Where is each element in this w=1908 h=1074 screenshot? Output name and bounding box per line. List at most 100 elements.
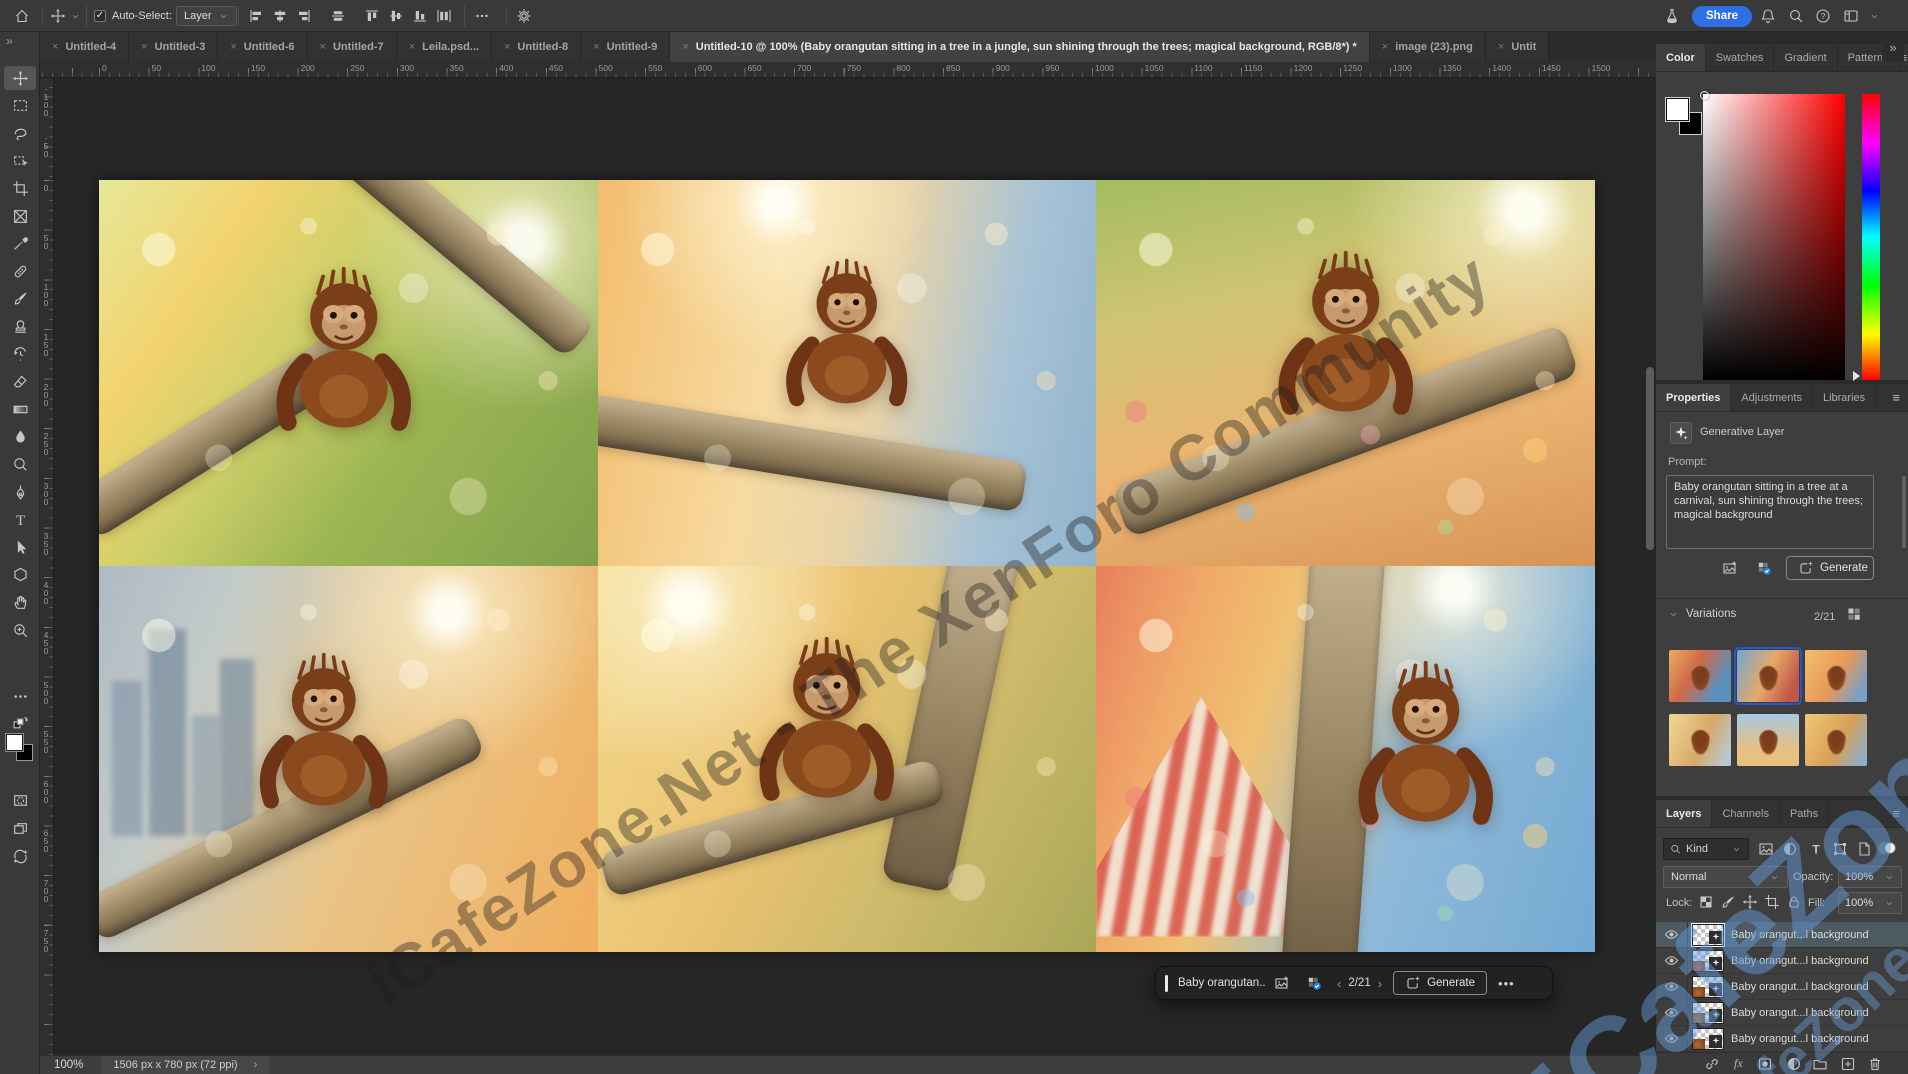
generate-button[interactable]: Generate (1786, 556, 1874, 580)
tab-close-icon[interactable]: × (409, 41, 415, 53)
filter-toggle[interactable] (1878, 842, 1896, 854)
add-mask-icon[interactable] (1757, 1056, 1773, 1072)
beta-features-button[interactable] (1664, 0, 1680, 32)
quick-mask-button[interactable] (4, 788, 36, 812)
tabs-overflow-button[interactable]: » (1882, 32, 1904, 62)
new-adjustment-layer-icon[interactable] (1786, 1056, 1802, 1072)
home-button[interactable] (14, 0, 30, 32)
panel-scrollbar[interactable] (1902, 476, 1906, 548)
taskbar-drag-handle[interactable] (1165, 975, 1168, 992)
prompt-textarea[interactable]: Baby orangutan sitting in a tree at a ca… (1666, 475, 1874, 549)
canvas-area[interactable]: iCafeZone.Net - The XenForo Community Ba… (54, 78, 1656, 1055)
help-button[interactable]: ? (1815, 0, 1831, 32)
next-variation-button[interactable]: › (1371, 976, 1389, 991)
distribute-v-button[interactable] (436, 0, 452, 32)
generated-image-5[interactable] (598, 566, 1097, 952)
distribute-h-button[interactable] (330, 0, 346, 32)
reference-image-icon[interactable] (1266, 975, 1298, 991)
tab-close-icon[interactable]: × (682, 41, 688, 53)
lasso-tool[interactable] (4, 121, 36, 145)
filter-shape-layers-icon[interactable] (1832, 841, 1848, 857)
clone-stamp-tool[interactable] (4, 314, 36, 338)
panel-tab-color[interactable]: Color (1656, 44, 1706, 71)
notifications-button[interactable] (1760, 0, 1776, 32)
vertical-scrollbar[interactable] (1646, 367, 1654, 550)
tab-close-icon[interactable]: × (1498, 41, 1504, 53)
generated-image-6[interactable] (1096, 566, 1595, 952)
panel-tab-gradient[interactable]: Gradient (1774, 44, 1837, 71)
new-layer-icon[interactable] (1840, 1056, 1856, 1072)
blend-mode-dropdown[interactable]: Normal (1663, 866, 1788, 888)
blur-tool[interactable] (4, 425, 36, 449)
generated-image-4[interactable] (99, 566, 598, 952)
document-tab[interactable]: ×Untitled-3 (129, 32, 218, 62)
hue-slider-pointer[interactable] (1853, 371, 1860, 381)
tab-close-icon[interactable]: × (320, 41, 326, 53)
zoom-tool[interactable] (4, 618, 36, 642)
document-tab[interactable]: ×Untitled-4 (40, 32, 129, 62)
align-left-button[interactable] (248, 0, 264, 32)
frame-tool[interactable] (4, 204, 36, 228)
dodge-tool[interactable] (4, 452, 36, 476)
history-brush-tool[interactable] (4, 342, 36, 366)
variations-header[interactable]: Variations (1668, 608, 1736, 620)
document-tab[interactable]: ×Untitled-10 @ 100% (Baby orangutan sitt… (670, 32, 1369, 62)
more-tools-button[interactable] (4, 684, 36, 708)
swap-colors-button[interactable] (4, 710, 36, 734)
taskbar-prompt-field[interactable]: Baby orangutan... (1178, 977, 1266, 989)
generated-image-1[interactable] (99, 180, 598, 566)
type-tool[interactable]: T (4, 508, 36, 532)
variation-thumbnail-6[interactable] (1805, 714, 1867, 766)
filter-adjustment-layers-icon[interactable] (1782, 841, 1798, 857)
pen-tool[interactable] (4, 480, 36, 504)
zoom-level-field[interactable]: 100% (54, 1059, 83, 1071)
eyedropper-tool[interactable] (4, 232, 36, 256)
layer-row[interactable]: Baby orangut...l background (1656, 922, 1908, 948)
tab-close-icon[interactable]: × (141, 41, 147, 53)
lock-transparency-icon[interactable] (1698, 894, 1714, 910)
layer-filter-dropdown[interactable]: Kind (1663, 838, 1749, 860)
toolbar-collapse-button[interactable]: » (6, 34, 13, 48)
tab-close-icon[interactable]: × (504, 41, 510, 53)
layer-visibility-toggle[interactable] (1656, 948, 1688, 974)
tab-close-icon[interactable]: × (593, 41, 599, 53)
align-top-button[interactable] (364, 0, 380, 32)
variation-thumbnail-3[interactable] (1805, 650, 1867, 702)
layer-thumbnail[interactable] (1692, 1002, 1724, 1024)
filter-smart-objects-icon[interactable] (1856, 841, 1872, 857)
delete-layer-icon[interactable] (1867, 1056, 1883, 1072)
align-right-button[interactable] (296, 0, 312, 32)
grid-view-icon[interactable] (1846, 606, 1862, 622)
variation-thumbnail-4[interactable] (1669, 714, 1731, 766)
brush-tool[interactable] (4, 287, 36, 311)
shape-tool[interactable] (4, 563, 36, 587)
document-tab[interactable]: ×Leila.psd... (397, 32, 492, 62)
document-tab[interactable]: ×image (23).png (1370, 32, 1486, 62)
new-group-icon[interactable] (1812, 1056, 1828, 1072)
auto-select-checkbox[interactable]: ✓ (94, 0, 106, 32)
healing-tool[interactable] (4, 259, 36, 283)
tab-close-icon[interactable]: × (1382, 41, 1388, 53)
foreground-color-swatch[interactable] (6, 734, 23, 751)
document-tab[interactable]: ×Untit (1486, 32, 1549, 62)
layer-row[interactable]: Baby orangut...l background (1656, 974, 1908, 1000)
auto-select-dropdown[interactable]: Layer (176, 0, 237, 32)
current-tool-button[interactable] (50, 0, 81, 32)
align-bottom-button[interactable] (412, 0, 428, 32)
variation-thumbnail-1[interactable] (1669, 650, 1731, 702)
tab-close-icon[interactable]: × (52, 41, 58, 53)
saturation-brightness-field[interactable] (1703, 94, 1845, 380)
workspace-settings-button[interactable] (516, 0, 532, 32)
layer-style-icon[interactable]: fx (1734, 1056, 1743, 1071)
foreground-background-swatches[interactable] (6, 734, 34, 762)
workspace-switcher-button[interactable] (1843, 0, 1859, 32)
hand-tool[interactable] (4, 590, 36, 614)
lock-all-icon[interactable] (1786, 894, 1802, 910)
move-tool[interactable] (4, 66, 36, 90)
marquee-tool[interactable] (4, 94, 36, 118)
gradient-tool[interactable] (4, 397, 36, 421)
layer-visibility-toggle[interactable] (1656, 1026, 1688, 1052)
lock-artboard-icon[interactable] (1764, 894, 1780, 910)
transparency-check-icon[interactable] (1756, 560, 1772, 576)
prev-variation-button[interactable]: ‹ (1330, 976, 1348, 991)
